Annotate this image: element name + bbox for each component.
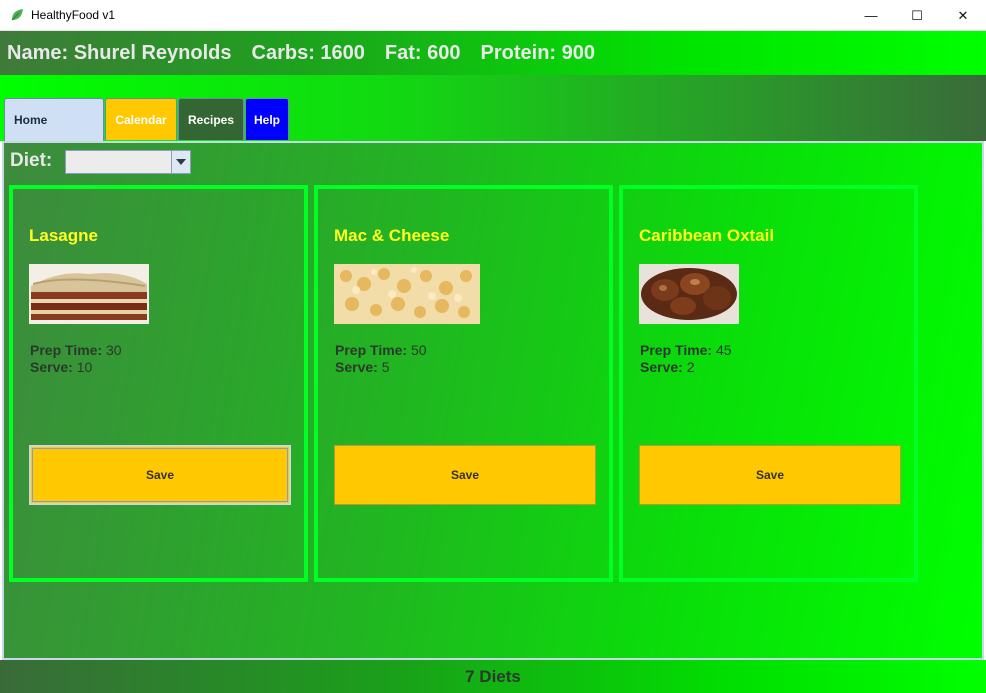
serve-label: Serve: [30, 359, 73, 375]
serve-label: Serve: [640, 359, 683, 375]
tab-recipes-label: Recipes [187, 112, 235, 127]
tab-home-label: Home [14, 113, 48, 127]
diet-label: Diet: [10, 150, 53, 171]
minimize-icon: — [864, 8, 878, 23]
user-name: Name: Shurel Reynolds [7, 41, 232, 64]
tab-help-label: Help [253, 112, 280, 127]
tab-home[interactable]: Home [4, 98, 104, 141]
serve-value: 10 [72, 359, 93, 375]
carbs-stat: Carbs: 1600 [251, 41, 365, 64]
title-bar: HealthyFood v1 — ☐ ✕ [0, 0, 986, 31]
serve-label: Serve: [335, 359, 378, 375]
serve-row: Serve: 10 [30, 359, 122, 376]
save-button[interactable]: Save [29, 445, 291, 505]
diet-dropdown[interactable] [65, 150, 191, 174]
leaf-icon [11, 9, 23, 21]
serve-value: 5 [377, 359, 390, 375]
recipe-info: Prep Time: 50 Serve: 5 [335, 342, 427, 376]
lasagne-photo [29, 264, 149, 324]
save-button[interactable]: Save [639, 445, 901, 505]
status-bar: 7 Diets [0, 660, 986, 693]
fat-stat: Fat: 600 [384, 41, 461, 64]
tab-calendar[interactable]: Calendar [105, 98, 177, 140]
prep-time-value: 30 [102, 342, 122, 358]
recipe-name: Mac & Cheese [334, 226, 450, 245]
maximize-button[interactable]: ☐ [894, 0, 940, 31]
diet-count: 7 Diets [465, 666, 521, 686]
serve-row: Serve: 2 [640, 359, 732, 376]
oxtail-photo [639, 264, 739, 324]
prep-time-label: Prep Time: [335, 342, 408, 358]
prep-time-row: Prep Time: 50 [335, 342, 427, 359]
close-button[interactable]: ✕ [940, 0, 986, 31]
minimize-button[interactable]: — [848, 0, 894, 31]
tab-calendar-label: Calendar [115, 112, 167, 127]
maximize-icon: ☐ [911, 7, 923, 23]
recipe-card: Lasagne Prep Time: 30 Serve: 10 Save [9, 185, 308, 582]
recipe-name: Caribbean Oxtail [639, 226, 775, 245]
prep-time-label: Prep Time: [30, 342, 103, 358]
recipe-card: Mac & Cheese Prep Time: 50 Serve: 5 Save [314, 185, 613, 582]
tab-recipes[interactable]: Recipes [178, 98, 244, 140]
home-panel: Diet: Lasagne Prep Time: 30 Serve: 10 Sa… [2, 141, 984, 660]
serve-value: 2 [682, 359, 695, 375]
mac-and-cheese-photo [334, 264, 480, 324]
recipe-name: Lasagne [29, 226, 98, 245]
prep-time-value: 45 [712, 342, 732, 358]
recipe-info: Prep Time: 30 Serve: 10 [30, 342, 122, 376]
tab-strip: Home Calendar Recipes Help [0, 75, 986, 141]
stats-header: Name: Shurel Reynolds Carbs: 1600 Fat: 6… [0, 31, 986, 75]
recipe-info: Prep Time: 45 Serve: 2 [640, 342, 732, 376]
prep-time-label: Prep Time: [640, 342, 713, 358]
close-icon: ✕ [957, 7, 969, 23]
prep-time-row: Prep Time: 45 [640, 342, 732, 359]
save-button[interactable]: Save [334, 445, 596, 505]
prep-time-row: Prep Time: 30 [30, 342, 122, 359]
serve-row: Serve: 5 [335, 359, 427, 376]
prep-time-value: 50 [407, 342, 427, 358]
tab-help[interactable]: Help [245, 98, 289, 140]
protein-stat: Protein: 900 [480, 41, 595, 64]
window-title: HealthyFood v1 [31, 8, 116, 22]
recipe-card: Caribbean Oxtail Prep Time: 45 Serve: 2 … [619, 185, 918, 582]
chevron-down-icon[interactable] [171, 151, 190, 173]
